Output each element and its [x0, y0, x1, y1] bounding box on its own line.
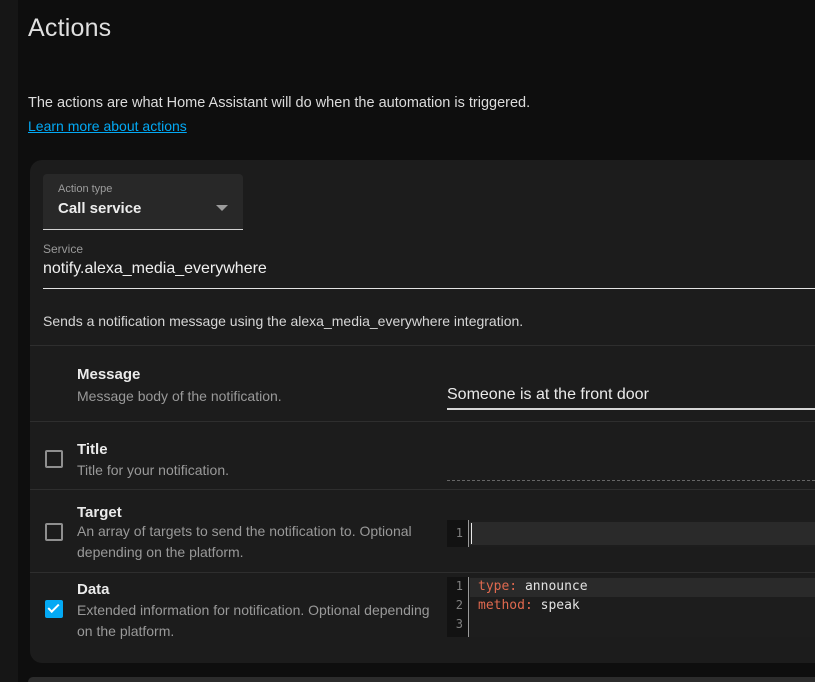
- action-type-value: Call service: [58, 200, 141, 217]
- text-cursor: [471, 523, 472, 544]
- yaml-code-line: [470, 615, 815, 634]
- next-card-top-edge: [28, 677, 815, 682]
- service-field-label: Service: [43, 242, 83, 256]
- data-yaml-editor[interactable]: 1 2 3 type: announce method: speak: [447, 577, 815, 637]
- title-field-label: Title: [77, 441, 108, 458]
- line-number: 2: [447, 596, 468, 615]
- target-yaml-editor[interactable]: 1: [447, 520, 815, 547]
- checkmark-icon: [47, 601, 59, 613]
- title-field-description: Title for your notification.: [77, 460, 437, 481]
- title-input-disabled: [447, 480, 815, 481]
- yaml-key: method:: [478, 598, 533, 613]
- action-card: Action type Call service Service notify.…: [30, 160, 815, 663]
- dropdown-arrow-icon: [216, 205, 228, 211]
- message-field-label: Message: [77, 366, 140, 383]
- action-type-select[interactable]: Action type Call service: [43, 174, 243, 230]
- line-number: 1: [447, 520, 468, 547]
- divider: [30, 489, 815, 490]
- target-field-label: Target: [77, 504, 122, 521]
- page-left-gutter: [0, 0, 18, 682]
- target-field-checkbox[interactable]: [45, 523, 63, 541]
- data-field-label: Data: [77, 581, 110, 598]
- data-editor-body[interactable]: type: announce method: speak: [470, 577, 815, 637]
- learn-more-link[interactable]: Learn more about actions: [28, 118, 187, 134]
- line-number: 1: [447, 577, 468, 596]
- yaml-code-line: method: speak: [470, 596, 815, 615]
- yaml-code-line: type: announce: [470, 577, 815, 596]
- yaml-key: type:: [478, 579, 517, 594]
- message-input-underline: [447, 408, 815, 410]
- yaml-value: announce: [517, 579, 587, 594]
- data-field-description: Extended information for notification. O…: [77, 600, 437, 642]
- service-input[interactable]: notify.alexa_media_everywhere: [43, 260, 267, 278]
- target-editor-gutter: 1: [447, 520, 469, 547]
- target-editor-body[interactable]: [470, 520, 815, 547]
- data-field-checkbox[interactable]: [45, 600, 63, 618]
- page-title: Actions: [28, 14, 111, 43]
- target-field-description: An array of targets to send the notifica…: [77, 521, 437, 563]
- title-field-checkbox[interactable]: [45, 450, 63, 468]
- divider: [30, 572, 815, 573]
- page-title-text: Actions: [28, 14, 111, 42]
- actions-intro-text: The actions are what Home Assistant will…: [28, 95, 530, 111]
- divider: [30, 345, 815, 346]
- service-description: Sends a notification message using the a…: [43, 313, 523, 329]
- message-field-description: Message body of the notification.: [77, 386, 437, 407]
- line-number: 3: [447, 615, 468, 634]
- action-type-label: Action type: [58, 183, 112, 195]
- message-input[interactable]: Someone is at the front door: [447, 386, 649, 404]
- yaml-value: speak: [533, 598, 580, 613]
- service-input-underline: [43, 288, 815, 289]
- data-editor-gutter: 1 2 3: [447, 577, 469, 637]
- active-line-highlight: [470, 522, 815, 545]
- divider: [30, 421, 815, 422]
